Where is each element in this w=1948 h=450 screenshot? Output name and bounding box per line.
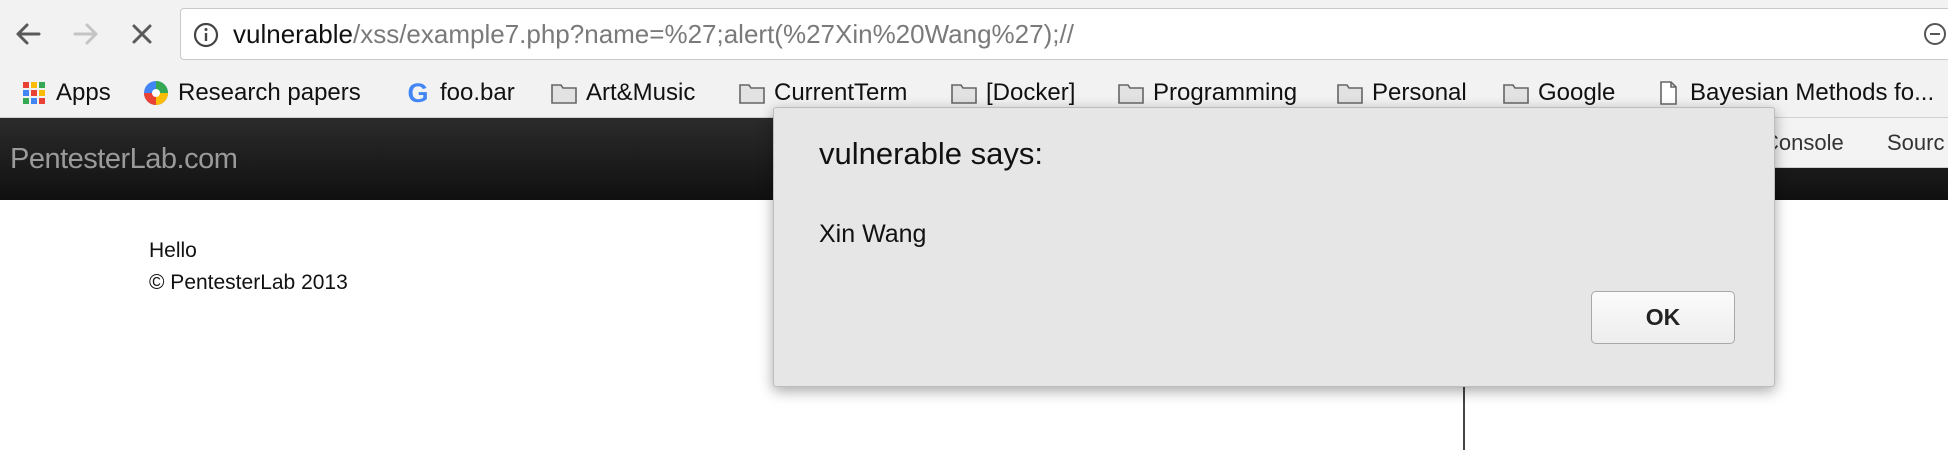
bookmark-research-papers[interactable]: Research papers bbox=[142, 68, 361, 118]
ok-button[interactable]: OK bbox=[1591, 291, 1735, 344]
folder-icon bbox=[951, 84, 977, 104]
folder-icon bbox=[1118, 84, 1144, 104]
devtools-tab-sources[interactable]: Sourc bbox=[1887, 118, 1944, 168]
devtools-tab-console[interactable]: Console bbox=[1763, 118, 1844, 168]
bookmark-label: Google bbox=[1538, 79, 1616, 106]
folder-icon bbox=[739, 84, 765, 104]
folder-icon bbox=[1337, 84, 1363, 104]
footer-text: © PentesterLab 2013 bbox=[149, 271, 348, 294]
bookmark-label: Programming bbox=[1153, 79, 1298, 106]
dialog-message: Xin Wang bbox=[819, 220, 927, 248]
back-button[interactable] bbox=[8, 14, 48, 54]
google-g-icon: G bbox=[407, 78, 429, 108]
folder-icon bbox=[551, 84, 577, 104]
page-content: Hello © PentesterLab 2013 bbox=[149, 235, 348, 299]
bookmark-folder-art-music[interactable]: Art&Music bbox=[550, 68, 695, 118]
url-host: vulnerable bbox=[233, 19, 353, 49]
bookmark-label: Apps bbox=[56, 79, 111, 106]
url-text[interactable]: vulnerable/xss/example7.php?name=%27;ale… bbox=[233, 9, 1074, 59]
apps-grid-icon bbox=[23, 82, 45, 104]
bookmark-label: [Docker] bbox=[986, 79, 1076, 106]
url-path: /xss/example7.php?name=%27;alert(%27Xin%… bbox=[352, 19, 1074, 49]
bookmark-label: Art&Music bbox=[586, 79, 696, 106]
bookmark-label: Bayesian Methods fo... bbox=[1690, 79, 1935, 106]
dialog-title: vulnerable says: bbox=[819, 136, 1044, 171]
bookmark-label: Research papers bbox=[178, 79, 361, 106]
zoom-icon[interactable] bbox=[1924, 23, 1946, 45]
google-drive-icon bbox=[144, 81, 168, 105]
address-bar[interactable]: vulnerable/xss/example7.php?name=%27;ale… bbox=[180, 8, 1948, 60]
bookmark-foo-bar[interactable]: G foo.bar bbox=[404, 68, 515, 118]
browser-toolbar: vulnerable/xss/example7.php?name=%27;ale… bbox=[0, 0, 1948, 68]
close-x-icon bbox=[132, 24, 152, 44]
bookmark-label: foo.bar bbox=[440, 79, 515, 106]
info-icon[interactable] bbox=[193, 22, 219, 48]
forward-arrow-icon bbox=[73, 23, 98, 45]
back-arrow-icon bbox=[16, 23, 41, 45]
bookmark-label: Personal bbox=[1372, 79, 1467, 106]
forward-button[interactable] bbox=[66, 14, 106, 54]
alert-dialog: vulnerable says: Xin Wang OK bbox=[773, 107, 1775, 387]
greeting-text: Hello bbox=[149, 239, 197, 262]
bookmark-apps[interactable]: Apps bbox=[20, 68, 111, 118]
page-icon bbox=[1660, 81, 1677, 105]
site-brand[interactable]: PentesterLab.com bbox=[10, 118, 238, 200]
folder-icon bbox=[1503, 84, 1529, 104]
stop-loading-button[interactable] bbox=[122, 14, 162, 54]
bookmark-label: CurrentTerm bbox=[774, 79, 908, 106]
